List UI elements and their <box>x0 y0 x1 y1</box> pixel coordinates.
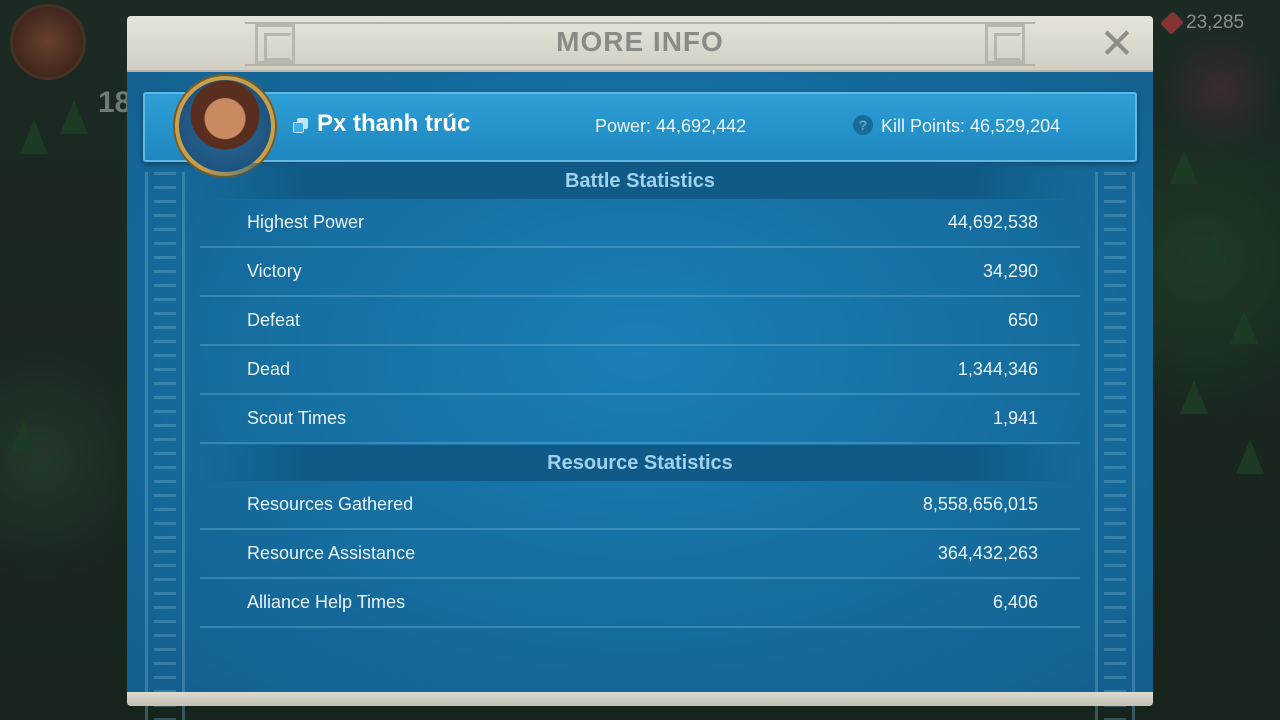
tree-decoration <box>60 100 88 134</box>
stat-value: 364,432,263 <box>937 543 1038 563</box>
tree-decoration <box>1180 380 1208 414</box>
more-info-modal: MORE INFO ✕ Px thanh trúc Power: 44,692,… <box>127 16 1153 720</box>
stat-value: 34,290 <box>982 261 1038 281</box>
stat-label: Highest Power <box>247 212 365 232</box>
close-button[interactable]: ✕ <box>1097 23 1137 65</box>
modal-footer <box>127 692 1153 706</box>
stat-label: Alliance Help Times <box>247 592 406 612</box>
stat-label: Defeat <box>247 310 301 330</box>
stat-value: 6,406 <box>992 592 1038 612</box>
copy-icon[interactable] <box>293 118 309 134</box>
tree-decoration <box>1230 310 1258 344</box>
player-name: Px thanh trúc <box>317 110 471 137</box>
player-power: Power: 44,692,442 <box>595 116 747 136</box>
stat-value: 650 <box>1007 310 1038 330</box>
tree-decoration <box>10 420 38 454</box>
tree-decoration <box>1170 150 1198 184</box>
gem-count: 23,285 <box>1186 12 1245 33</box>
stat-label: Scout Times <box>247 408 347 428</box>
stat-row-alliance-help-times: Alliance Help Times 6,406 <box>200 579 1080 628</box>
stat-label: Resources Gathered <box>247 494 414 514</box>
battle-statistics-header: Battle Statistics <box>200 163 1080 199</box>
tree-decoration <box>20 120 48 154</box>
modal-title: MORE INFO <box>556 26 724 57</box>
modal-header: MORE INFO ✕ <box>127 16 1153 72</box>
tree-decoration <box>1236 440 1264 474</box>
stat-value: 1,941 <box>992 408 1038 428</box>
stat-label: Resource Assistance <box>247 543 416 563</box>
stat-row-victory: Victory 34,290 <box>200 248 1080 297</box>
stat-row-defeat: Defeat 650 <box>200 297 1080 346</box>
stat-row-resource-assistance: Resource Assistance 364,432,263 <box>200 530 1080 579</box>
player-portrait[interactable] <box>175 76 275 176</box>
commander-avatar[interactable] <box>10 4 86 80</box>
help-icon[interactable]: ? <box>853 115 873 135</box>
stat-value: 8,558,656,015 <box>922 494 1038 514</box>
player-banner: Px thanh trúc Power: 44,692,442 ? Kill P… <box>143 76 1137 176</box>
tree-decoration <box>1200 230 1228 264</box>
stat-value: 44,692,538 <box>947 212 1038 232</box>
resource-statistics-header: Resource Statistics <box>200 445 1080 481</box>
stat-label: Victory <box>247 261 302 281</box>
stat-value: 1,344,346 <box>957 359 1038 379</box>
gem-icon <box>1160 11 1184 35</box>
stat-row-highest-power: Highest Power 44,692,538 <box>200 199 1080 248</box>
stat-row-dead: Dead 1,344,346 <box>200 346 1080 395</box>
player-kill-points: Kill Points: 46,529,204 <box>881 116 1061 136</box>
right-greek-border <box>1095 172 1135 720</box>
stat-row-resources-gathered: Resources Gathered 8,558,656,015 <box>200 481 1080 530</box>
stat-label: Dead <box>247 359 291 379</box>
left-greek-border <box>145 172 185 720</box>
stat-row-scout-times: Scout Times 1,941 <box>200 395 1080 444</box>
